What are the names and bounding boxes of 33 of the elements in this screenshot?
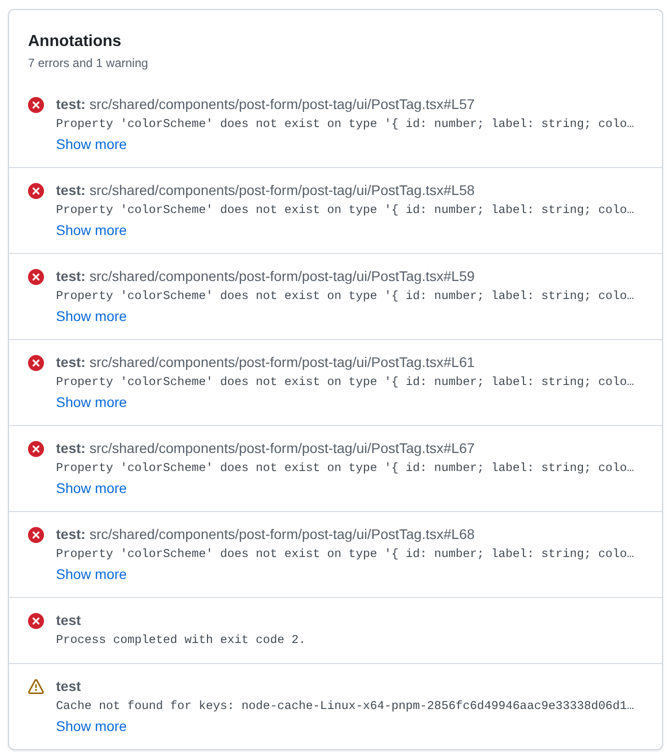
show-more-link[interactable]: Show more xyxy=(56,306,127,326)
annotation-title: test: src/shared/components/post-form/post-tag/ui/PostTag.tsx#L58 xyxy=(56,181,475,200)
annotation-message: Property 'colorScheme' does not exist on type '{ id: number; label: string; colo… xyxy=(56,546,634,563)
annotation-summary: 7 errors and 1 warning xyxy=(28,55,150,72)
show-more-link[interactable]: Show more xyxy=(56,134,127,154)
annotation-title: test xyxy=(56,677,81,696)
x-circle-icon xyxy=(28,354,44,370)
show-more-link[interactable]: Show more xyxy=(56,220,127,240)
annotation-message: Cache not found for keys: node-cache-Linux-x64-pnpm-2856fc6d49946aac9e33338d06d1… xyxy=(56,698,634,715)
annotation-title: test: src/shared/components/post-form/post-tag/ui/PostTag.tsx#L67 xyxy=(56,439,475,458)
x-circle-icon xyxy=(28,96,44,112)
show-more-link[interactable]: Show more xyxy=(56,478,127,498)
annotation-message: Property 'colorScheme' does not exist on type '{ id: number; label: string; colo… xyxy=(56,288,634,305)
show-more-link[interactable]: Show more xyxy=(56,716,127,736)
annotation-title: test: src/shared/components/post-form/post-tag/ui/PostTag.tsx#L59 xyxy=(56,267,475,286)
annotation-title: test: src/shared/components/post-form/post-tag/ui/PostTag.tsx#L68 xyxy=(56,525,475,544)
show-more-link[interactable]: Show more xyxy=(56,564,127,584)
x-circle-icon xyxy=(28,612,44,628)
x-circle-icon xyxy=(28,440,44,456)
annotation-title: test: src/shared/components/post-form/post-tag/ui/PostTag.tsx#L57 xyxy=(56,95,475,114)
x-circle-icon xyxy=(28,268,44,284)
annotation-message: Process completed with exit code 2. xyxy=(56,632,306,649)
annotation-title: test: src/shared/components/post-form/post-tag/ui/PostTag.tsx#L61 xyxy=(56,353,475,372)
annotation-title: test xyxy=(56,611,81,630)
x-circle-icon xyxy=(28,526,44,542)
show-more-link[interactable]: Show more xyxy=(56,392,127,412)
x-circle-icon xyxy=(28,182,44,198)
panel-title: Annotations xyxy=(28,32,122,52)
warning-icon xyxy=(28,678,44,694)
annotation-message: Property 'colorScheme' does not exist on type '{ id: number; label: string; colo… xyxy=(56,374,634,391)
annotation-message: Property 'colorScheme' does not exist on type '{ id: number; label: string; colo… xyxy=(56,116,634,133)
annotation-message: Property 'colorScheme' does not exist on type '{ id: number; label: string; colo… xyxy=(56,460,634,477)
annotation-message: Property 'colorScheme' does not exist on type '{ id: number; label: string; colo… xyxy=(56,202,634,219)
